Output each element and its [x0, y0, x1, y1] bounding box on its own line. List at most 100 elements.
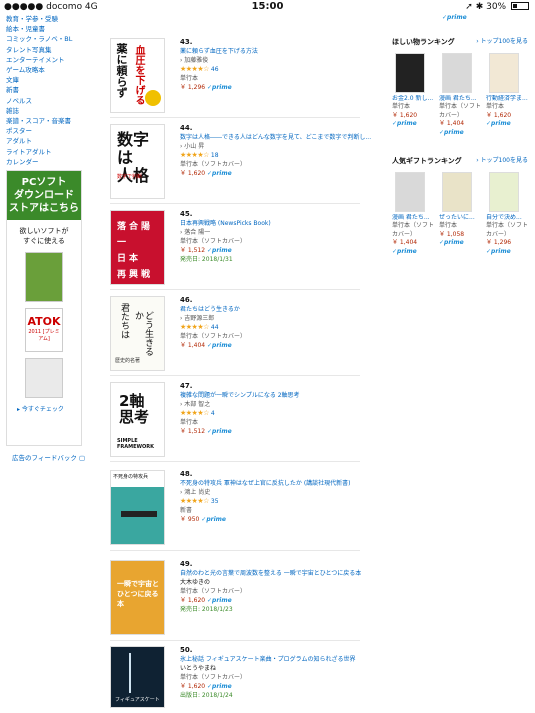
item-title[interactable]: 複雑な問題が一瞬でシンプルになる 2軸思考	[180, 391, 380, 400]
bluetooth-icon: ✱	[475, 2, 484, 12]
software-store-ad[interactable]: PCソフト ダウンロード ストアはこちら 欲しいソフトが すぐに使える ATOK…	[6, 170, 82, 446]
item-rank: 47.	[180, 382, 193, 390]
item-author[interactable]: › 落合 陽一	[180, 228, 380, 237]
category-link[interactable]: 文庫	[6, 75, 96, 85]
ad-banner[interactable]: PCソフト ダウンロード ストアはこちら	[7, 171, 81, 220]
item-author[interactable]: › 木部 智之	[180, 400, 380, 409]
item-info: 46. 君たちはどう生きるか › 吉野源三郎 ★★★★☆ 44 単行本（ソフトカバ…	[180, 296, 380, 350]
book-title[interactable]: 漫画 君たち...	[392, 214, 435, 223]
divider	[110, 117, 360, 118]
review-count[interactable]: 35	[211, 498, 219, 505]
item-price: ￥ 950	[180, 516, 200, 523]
item-title[interactable]: 君たちはどう生きるか	[180, 305, 380, 314]
category-link[interactable]: ポスター	[6, 126, 96, 136]
ad-check-link[interactable]: ▸ 今すぐチェック	[17, 404, 81, 413]
category-link[interactable]: タレント写真集	[6, 45, 96, 55]
book-thumbnail[interactable]	[489, 171, 519, 212]
category-link[interactable]: 絵本・児童書	[6, 24, 96, 34]
book-format: 単行本（ソフトカバー）	[392, 222, 435, 238]
rating-stars[interactable]: ★★★★☆ 18	[180, 151, 380, 160]
book-cover[interactable]: 落合陽一日本再興戦略	[110, 210, 165, 285]
category-link[interactable]: コミック・ラノベ・BL	[6, 34, 96, 44]
item-author[interactable]: › 吉野源三郎	[180, 314, 380, 323]
category-link[interactable]: ゲーム攻略本	[6, 65, 96, 75]
review-count[interactable]: 4	[211, 410, 215, 417]
item-title[interactable]: 数字は人格――できる人はどんな数字を見て、どこまで数字で判断し...	[180, 133, 380, 142]
category-link[interactable]: アダルト	[6, 136, 96, 146]
category-link[interactable]: カレンダー	[6, 157, 96, 167]
ad-security-image[interactable]	[25, 358, 63, 398]
book-cover[interactable]: 君たちは どう生きるか 歴史的名著	[110, 296, 165, 371]
item-price: ￥ 1,620	[180, 683, 206, 690]
item-title[interactable]: 氷上秘話 フィギュアスケート楽曲・プログラムの知られざる世界	[180, 655, 380, 664]
book-cover[interactable]: 一瞬で宇宙と ひとつに戻る本	[110, 560, 165, 635]
category-link[interactable]: ノベルス	[6, 96, 96, 106]
book-format: 単行本（ソフトカバー）	[439, 103, 482, 119]
book-thumbnail[interactable]	[395, 52, 425, 93]
ad-atok-image[interactable]: ATOK 2011 [プレミアム]	[25, 308, 63, 352]
item-author[interactable]: › 鴻上 尚史	[180, 488, 380, 497]
ranking-book[interactable]: ぜったいに... 単行本 ￥ 1,058 ✓prime	[439, 171, 482, 257]
book-title[interactable]: 行動経済学ま...	[486, 95, 529, 104]
ad-feedback-link[interactable]: 広告のフィードバック ▢	[12, 452, 85, 462]
prime-badge: ✓prime	[392, 247, 417, 255]
atok-detail: 2011 [プレミアム]	[28, 329, 60, 342]
review-count[interactable]: 44	[211, 324, 219, 331]
rating-stars[interactable]: ★★★★☆ 35	[180, 497, 380, 506]
ranking-book[interactable]: 漫画 君たち... 単行本（ソフトカバー） ￥ 1,404 ✓prime	[439, 52, 482, 138]
gift-ranking-title: 人気ギフトランキング	[392, 157, 462, 165]
book-format: 単行本	[439, 222, 458, 229]
rating-stars[interactable]: ★★★★☆ 46	[180, 65, 380, 74]
item-format: 単行本（ソフトカバー）	[180, 333, 247, 340]
stars-glyphs: ★★★★☆	[180, 409, 209, 417]
category-link[interactable]: 教育・学参・受験	[6, 14, 96, 24]
ad-product-image[interactable]	[25, 252, 63, 302]
book-thumbnail[interactable]	[489, 52, 519, 93]
book-format: 単行本	[392, 103, 411, 110]
item-price: ￥ 1,620	[180, 597, 206, 604]
ranking-book[interactable]: 自分で決め... 単行本（ソフトカバー） ￥ 1,296 ✓prime	[486, 171, 529, 257]
book-title[interactable]: 自分で決め...	[486, 214, 529, 223]
item-format: 単行本（ソフトカバー）	[180, 674, 247, 681]
book-cover[interactable]: 不死身の特攻兵	[110, 470, 165, 545]
rating-stars[interactable]: ★★★★☆ 4	[180, 409, 380, 418]
book-title[interactable]: 漫画 君たち...	[439, 95, 482, 104]
ranking-book[interactable]: お金2.0 新し... 単行本 ￥ 1,620 ✓prime	[392, 52, 435, 138]
category-link[interactable]: 楽譜・スコア・音楽書	[6, 116, 96, 126]
item-title[interactable]: 薬に頼らず血圧を下げる方法	[180, 47, 380, 56]
item-format: 新書	[180, 507, 193, 514]
wanted-top100-link[interactable]: › トップ100を見る	[476, 38, 528, 47]
category-link[interactable]: ライトアダルト	[6, 147, 96, 157]
category-link[interactable]: 雑誌	[6, 106, 96, 116]
review-count[interactable]: 46	[211, 66, 219, 73]
book-cover[interactable]: 数字は 人格 数字で判断	[110, 124, 165, 199]
category-link[interactable]: エンターテイメント	[6, 55, 96, 65]
book-format: 単行本（ソフトカバー）	[486, 222, 529, 238]
item-info: 47. 複雑な問題が一瞬でシンプルになる 2軸思考 › 木部 智之 ★★★★☆ 4…	[180, 382, 380, 436]
book-title[interactable]: お金2.0 新し...	[392, 95, 435, 104]
item-author[interactable]: › 加藤雅俊	[180, 56, 380, 65]
book-thumbnail[interactable]	[442, 52, 472, 93]
item-title[interactable]: 不死身の特攻兵 軍神はなぜ上官に反抗したか (講談社現代新書)	[180, 479, 380, 488]
book-title[interactable]: ぜったいに...	[439, 214, 482, 223]
book-cover[interactable]: フィギュアスケート	[110, 646, 165, 708]
category-nav: 教育・学参・受験 絵本・児童書 コミック・ラノベ・BL タレント写真集 エンター…	[6, 14, 96, 167]
ranking-book[interactable]: 行動経済学ま... 単行本 ￥ 1,620 ✓prime	[486, 52, 529, 138]
item-title[interactable]: 日本再興戦略 (NewsPicks Book)	[180, 219, 380, 228]
book-cover[interactable]: 2軸 思考 SIMPLE FRAMEWORK	[110, 382, 165, 457]
book-thumbnail[interactable]	[442, 171, 472, 212]
item-price: ￥ 1,296	[180, 84, 206, 91]
item-format: 単行本（ソフトカバー）	[180, 238, 247, 245]
item-rank: 44.	[180, 124, 193, 132]
gift-top100-link[interactable]: › トップ100を見る	[476, 157, 528, 166]
ranking-book[interactable]: 漫画 君たち... 単行本（ソフトカバー） ￥ 1,404 ✓prime	[392, 171, 435, 257]
clock: 15:00	[251, 1, 284, 12]
book-cover[interactable]: 薬に頼らず 血圧を下げる	[110, 38, 165, 113]
category-link[interactable]: 新書	[6, 85, 96, 95]
book-thumbnail[interactable]	[395, 171, 425, 212]
item-title[interactable]: 自然のわと光の言葉で周波数を整える 一瞬で宇宙とひとつに戻る本	[180, 569, 380, 578]
book-price: ￥ 1,404	[392, 239, 418, 246]
review-count[interactable]: 18	[211, 152, 219, 159]
item-author[interactable]: › 小山 昇	[180, 142, 380, 151]
rating-stars[interactable]: ★★★★☆ 44	[180, 323, 380, 332]
